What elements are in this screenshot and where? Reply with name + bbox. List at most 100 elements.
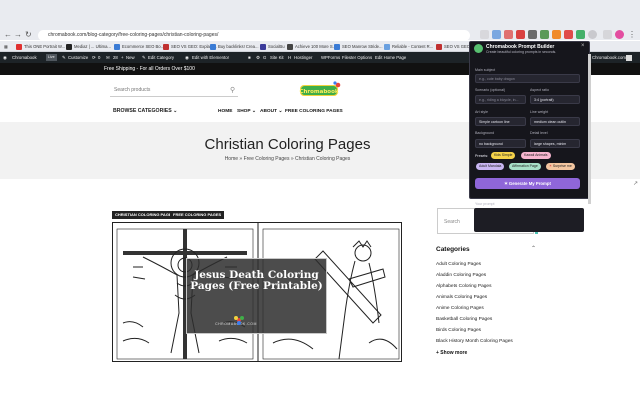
category-link[interactable]: Alphabets Coloring Pages [436,284,491,289]
bookmark-icon [384,43,390,50]
popup-scrollbar[interactable] [588,54,591,204]
category-link[interactable]: Adult Coloring Pages [436,262,481,267]
category-link[interactable]: Black History Month Coloring Pages [436,339,513,344]
admin-bar-item[interactable]: New [126,54,135,61]
sitekit-icon[interactable]: G [263,54,266,61]
bookmark[interactable]: SEO VS GEO: Explain... [163,43,217,50]
extension-icon[interactable] [540,30,549,39]
generate-prompt-button[interactable]: ✶ Generate My Prompt [475,178,580,189]
flower-icon [234,316,244,325]
detail-level-select[interactable]: large shapes, minim [530,139,580,148]
bookmark[interactable]: Achieve 100 More S... [287,43,336,50]
search-icon[interactable]: ⚲ [230,86,235,94]
admin-bar-item[interactable]: Edit Category [148,54,174,61]
presets-label: Presets: [475,154,489,158]
bookmark[interactable]: SocialBu [260,43,285,50]
admin-bar-item[interactable]: Hostinger [294,54,312,61]
preset-chip[interactable]: Affirmation Page [509,163,541,170]
avatar[interactable] [626,55,632,61]
category-link[interactable]: Birds Coloring Pages [436,328,481,333]
bookmark[interactable]: Ecommerce SEO Bo... [114,43,164,50]
preset-chip[interactable]: Kids Simple [491,152,516,159]
art-style-select[interactable]: Simple cartoon line [475,117,526,126]
show-more-link[interactable]: + Show more [436,350,467,356]
admin-bar-count[interactable]: 28 [113,54,118,61]
category-link[interactable]: Aladdin Coloring Pages [436,273,486,278]
prompt-output[interactable] [474,208,584,232]
brush-icon[interactable]: ✎ [62,54,66,61]
admin-bar-item[interactable]: Edit Home Page [375,54,406,61]
post-title[interactable]: Jesus Death Coloring Pages (Free Printab… [186,270,327,292]
bookmark[interactable]: SEO Manrow Stride... [334,43,383,50]
share-icon[interactable]: ↗ [633,180,638,187]
aspect-ratio-select[interactable]: 3:4 (portrait) [530,95,580,104]
bookmark[interactable]: Buy backlinks! Crea... [210,43,259,50]
apps-icon[interactable]: ▦ [4,43,8,50]
chromabook-extension-icon[interactable] [576,30,585,39]
admin-bar-count[interactable]: 0 [98,54,100,61]
background-select[interactable]: no background [475,139,526,148]
admin-bar-item[interactable]: WPForms [321,54,340,61]
plus-icon[interactable]: + [121,54,124,61]
extension-icon[interactable] [516,30,525,39]
extension-icon[interactable] [564,30,573,39]
star-icon[interactable] [480,30,489,39]
bookmark[interactable]: Mediaz | ... Ultima... [66,43,111,50]
category-link[interactable]: Basketball Coloring Pages [436,317,492,322]
cache-icon[interactable]: ■ [248,54,251,61]
bookmark-icon [114,43,120,50]
settings-icon[interactable]: ⚙ [256,54,260,61]
address-bar[interactable]: chromabook.com/blog-category/free-colori… [38,30,470,41]
main-subject-input[interactable]: e.g., cute baby dragon [475,74,580,83]
avatar[interactable] [615,30,624,39]
category-link[interactable]: Animals Coloring Pages [436,295,487,300]
forward-arrow-icon[interactable]: → [14,30,22,40]
nav-free-coloring-pages[interactable]: FREE COLORING PAGES [285,109,343,114]
preset-chip[interactable]: Kawaii Animals [521,152,551,159]
admin-bar-item[interactable]: Edit with Elementor [192,54,229,61]
admin-bar-item[interactable]: Site Kit [270,54,284,61]
puzzle-icon[interactable] [588,30,597,39]
post-tag[interactable]: CHRISTIAN COLORING PAGES [112,211,178,219]
scenario-input[interactable]: e.g., riding a bicycle, in... [475,95,526,104]
extension-icon[interactable] [504,30,513,39]
search-input[interactable]: Search products [110,83,238,97]
nav-home[interactable]: HOME [218,109,232,114]
close-icon[interactable]: × [581,43,585,49]
elementor-icon[interactable]: ◉ [185,54,189,61]
pencil-icon[interactable]: ✎ [142,54,146,61]
admin-bar-item[interactable]: Chromabook [12,54,37,61]
category-link[interactable]: Anime Coloring Pages [436,306,484,311]
sparkle-icon: ✶ [549,164,552,168]
menu-icon[interactable]: ⋮ [628,30,637,39]
extension-icon[interactable] [528,30,537,39]
admin-bar-item[interactable]: Customize [68,54,88,61]
wordpress-icon[interactable]: ◉ [3,54,7,61]
preset-chip[interactable]: ✶ Surprise me [546,163,575,170]
comments-icon[interactable]: ✉ [106,54,110,61]
background-label: Background [475,131,495,135]
chevron-up-icon[interactable]: ⌃ [531,245,536,252]
sidebar-icon[interactable] [603,30,612,39]
nav-about[interactable]: ABOUT ⌄ [260,109,282,114]
post-tag[interactable]: FREE COLORING PAGES [170,211,225,219]
site-logo[interactable]: Chromabook [298,80,342,100]
bookmark[interactable]: This ONE Portrait W... [16,43,65,50]
bookmark-icon [436,43,442,50]
hostinger-icon[interactable]: H [288,54,291,61]
bookmark-icon [287,43,293,50]
admin-bar-item[interactable]: Filester Options [342,54,372,61]
bookmark[interactable]: Reliable - Content R... [384,43,433,50]
extension-icon[interactable] [492,30,501,39]
svg-text:Chromabook: Chromabook [299,89,338,95]
extension-icon[interactable] [552,30,561,39]
reload-icon[interactable]: ↻ [25,30,32,40]
admin-bar-site[interactable]: Chromabook.com [592,54,626,61]
updates-icon[interactable]: ⟳ [92,54,96,61]
back-arrow-icon[interactable]: ← [4,30,12,40]
line-weight-select[interactable]: medium clean outlin [530,117,580,126]
browse-categories-button[interactable]: BROWSE CATEGORIES ⌄ [113,108,178,114]
your-prompt-label: Your prompt [475,202,495,206]
preset-chip[interactable]: Adult Mandala [476,163,505,170]
nav-shop[interactable]: SHOP ⌄ [237,109,256,114]
